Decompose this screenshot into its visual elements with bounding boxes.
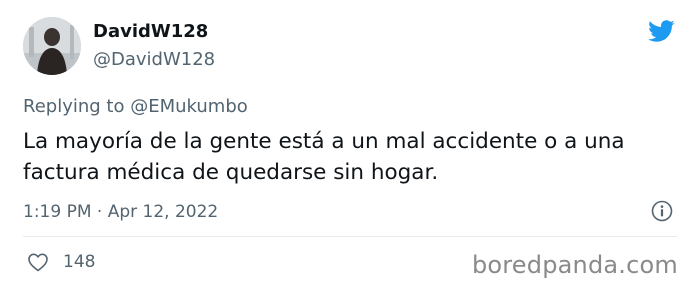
display-name[interactable]: DavidW128	[93, 21, 208, 42]
avatar[interactable]	[23, 17, 81, 75]
heart-icon[interactable]	[26, 250, 50, 274]
twitter-bird-icon[interactable]	[645, 17, 677, 45]
watermark: boredpanda.com	[471, 251, 678, 279]
avatar-image	[23, 17, 81, 75]
info-icon[interactable]	[650, 199, 674, 223]
replying-to: Replying to @EMukumbo	[23, 96, 248, 117]
like-count: 148	[63, 252, 96, 272]
replying-to-label: Replying to	[23, 96, 125, 117]
user-handle[interactable]: @DavidW128	[93, 49, 215, 70]
tweet-timestamp[interactable]: 1:19 PM · Apr 12, 2022	[23, 202, 218, 222]
reply-mention-link[interactable]: @EMukumbo	[130, 96, 248, 117]
tweet-header: DavidW128 @DavidW128	[23, 17, 677, 81]
tweet-text: La mayoría de la gente está a un mal acc…	[23, 129, 625, 185]
tweet-card: DavidW128 @DavidW128 Replying to @EMukum…	[0, 0, 700, 288]
divider	[23, 236, 677, 237]
